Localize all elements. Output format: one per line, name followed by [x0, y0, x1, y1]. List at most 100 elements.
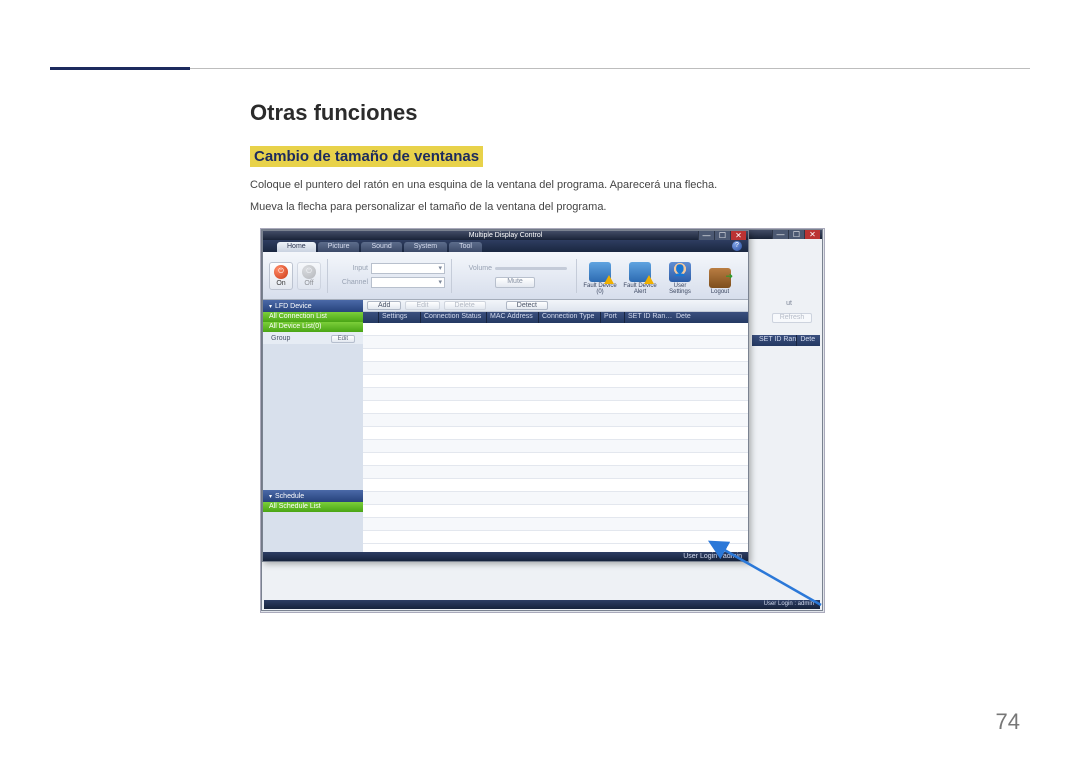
io-group: Input Channel: [334, 263, 445, 288]
logout-button[interactable]: Logout: [703, 257, 737, 295]
col-dete: Dete: [797, 335, 820, 346]
page-number: 74: [996, 709, 1020, 735]
heading-1: Otras funciones: [250, 100, 1030, 126]
col-connection-type[interactable]: Connection Type: [539, 312, 601, 323]
header-accent: [50, 67, 190, 70]
volume-label: Volume: [458, 265, 492, 272]
app-screenshot: — ☐ ✕ ut Refresh SET ID Ran… Dete User L…: [260, 228, 825, 613]
table-row: [363, 349, 748, 362]
sidebar-group-edit-button[interactable]: Edit: [331, 335, 355, 343]
fault-device-icon: [589, 262, 611, 282]
edit-button[interactable]: Edit: [405, 301, 439, 310]
sidebar-schedule-header[interactable]: Schedule: [263, 490, 363, 502]
channel-select[interactable]: [371, 277, 445, 288]
status-bar: User Login : admin: [263, 552, 748, 561]
tab-picture[interactable]: Picture: [318, 242, 360, 252]
user-settings-icon: [669, 262, 691, 282]
close-button[interactable]: ✕: [804, 230, 820, 239]
fault-device-label: Fault Device (0): [583, 283, 617, 295]
tab-system[interactable]: System: [404, 242, 447, 252]
power-off-icon: ⏻: [302, 265, 316, 279]
resize-arrow-icon: [686, 530, 825, 610]
power-on-icon: ⏻: [274, 265, 288, 279]
user-settings-label: User Settings: [663, 283, 697, 295]
tab-tool[interactable]: Tool: [449, 242, 482, 252]
col-port[interactable]: Port: [601, 312, 625, 323]
fault-alert-label: Fault Device Alert: [623, 283, 657, 295]
table-row: [363, 414, 748, 427]
table-row: [363, 362, 748, 375]
logout-label: Logout: [711, 289, 729, 295]
separator: [327, 259, 328, 293]
help-button[interactable]: ?: [732, 241, 742, 251]
action-bar: Add Edit Delete Detect: [363, 300, 748, 312]
table-row: [363, 401, 748, 414]
sidebar-group-label: Group: [271, 335, 290, 342]
minimize-button[interactable]: —: [698, 231, 714, 240]
separator: [576, 259, 577, 293]
minimize-button[interactable]: —: [772, 230, 788, 239]
fault-device-button[interactable]: Fault Device (0): [583, 257, 617, 295]
close-button[interactable]: ✕: [730, 231, 746, 240]
detect-button[interactable]: Detect: [506, 301, 548, 310]
tab-home[interactable]: Home: [277, 242, 316, 252]
table-row: [363, 505, 748, 518]
body-para-2: Mueva la flecha para personalizar el tam…: [250, 199, 1030, 217]
front-titlebar[interactable]: Multiple Display Control — ☐ ✕: [263, 231, 748, 240]
logout-icon: [709, 268, 731, 288]
sidebar-spacer: [263, 344, 363, 490]
sidebar-all-device[interactable]: All Device List(0): [263, 322, 363, 332]
power-off-label: Off: [304, 280, 313, 287]
power-group: ⏻ On ⏻ Off: [269, 262, 321, 290]
sidebar-lfd-header[interactable]: LFD Device: [263, 300, 363, 312]
power-off-button[interactable]: ⏻ Off: [297, 262, 321, 290]
mute-button[interactable]: Mute: [495, 277, 535, 288]
sidebar: LFD Device All Connection List All Devic…: [263, 300, 363, 552]
fault-device-alert-button[interactable]: Fault Device Alert: [623, 257, 657, 295]
maximize-button[interactable]: ☐: [714, 231, 730, 240]
table-row: [363, 466, 748, 479]
volume-group: Volume Mute: [458, 264, 570, 288]
page-content: Otras funciones Cambio de tamaño de vent…: [250, 100, 1030, 220]
front-window[interactable]: Multiple Display Control — ☐ ✕ Home Pict…: [262, 230, 749, 562]
table-row: [363, 375, 748, 388]
table-row: [363, 492, 748, 505]
col-dete[interactable]: Dete: [673, 312, 695, 323]
sidebar-all-connection[interactable]: All Connection List: [263, 312, 363, 322]
col-mac[interactable]: MAC Address: [487, 312, 539, 323]
sidebar-all-schedule[interactable]: All Schedule List: [263, 502, 363, 512]
table-row: [363, 427, 748, 440]
tab-sound[interactable]: Sound: [361, 242, 401, 252]
front-window-controls: — ☐ ✕: [698, 231, 746, 240]
header-rule: [50, 68, 1030, 69]
back-table-header: SET ID Ran… Dete: [752, 335, 820, 346]
app-title: Multiple Display Control: [469, 232, 543, 239]
user-settings-button[interactable]: User Settings: [663, 257, 697, 295]
col-settings[interactable]: Settings: [379, 312, 421, 323]
add-button[interactable]: Add: [367, 301, 401, 310]
delete-button[interactable]: Delete: [444, 301, 486, 310]
table-row: [363, 479, 748, 492]
input-label: Input: [334, 265, 368, 272]
fault-alert-icon: [629, 262, 651, 282]
back-fragment-text: ut: [786, 300, 792, 307]
col-connection-status[interactable]: Connection Status: [421, 312, 487, 323]
power-on-label: On: [276, 280, 285, 287]
back-refresh-button[interactable]: Refresh: [772, 313, 812, 323]
col-checkbox[interactable]: [363, 312, 379, 323]
toolbar: ⏻ On ⏻ Off Input Channel: [263, 252, 748, 300]
col-setid[interactable]: SET ID Ran…: [625, 312, 673, 323]
input-select[interactable]: [371, 263, 445, 274]
data-grid[interactable]: [363, 323, 748, 552]
table-header: Settings Connection Status MAC Address C…: [363, 312, 748, 323]
power-on-button[interactable]: ⏻ On: [269, 262, 293, 290]
table-row: [363, 323, 748, 336]
tab-strip: Home Picture Sound System Tool ?: [263, 240, 748, 252]
table-row: [363, 440, 748, 453]
channel-label: Channel: [334, 279, 368, 286]
sidebar-group-row: Group Edit: [263, 332, 363, 344]
volume-slider[interactable]: [495, 264, 567, 274]
main-pane: Add Edit Delete Detect Settings Connecti…: [363, 300, 748, 552]
maximize-button[interactable]: ☐: [788, 230, 804, 239]
table-row: [363, 336, 748, 349]
